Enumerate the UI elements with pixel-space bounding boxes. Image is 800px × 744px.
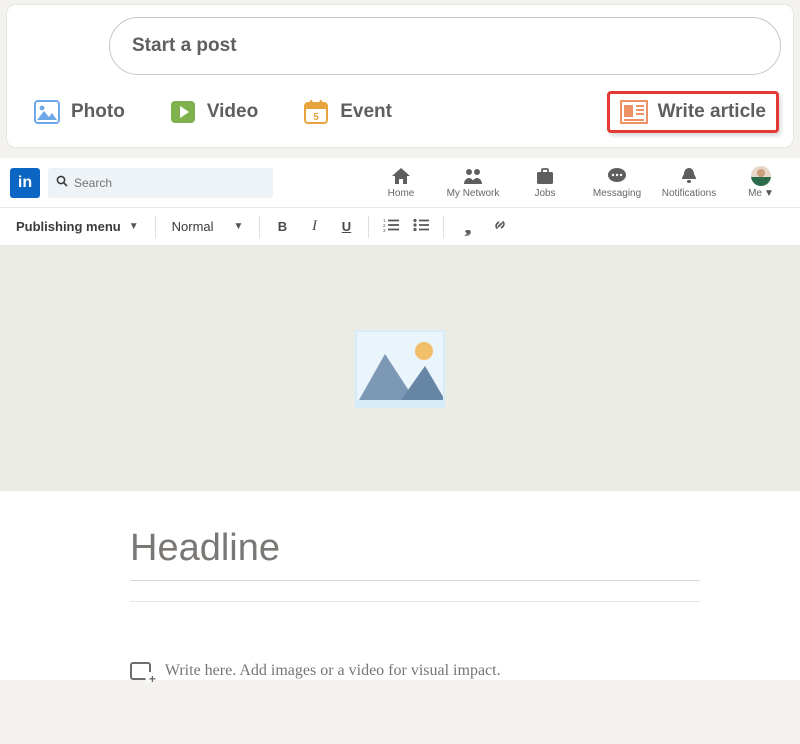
share-event-label: Event [340,101,392,123]
headline-input[interactable]: Headline [130,521,700,581]
caret-down-icon: ▼ [764,188,774,199]
start-post-input[interactable]: Start a post [109,17,781,75]
jobs-icon [535,166,555,186]
separator [443,216,444,238]
publishing-menu-label: Publishing menu [16,219,121,234]
share-photo-button[interactable]: Photo [25,91,133,133]
nav-home[interactable]: Home [372,166,430,199]
network-icon [463,166,483,186]
share-photo-label: Photo [71,101,125,123]
bold-button[interactable]: B [270,219,294,234]
messaging-icon [607,166,627,186]
event-icon: 5 [302,98,330,126]
photo-icon [33,98,61,126]
share-actions: Photo Video 5 Event Write article [19,89,781,143]
search-icon [56,175,68,190]
home-icon [391,166,411,186]
italic-button[interactable]: I [302,218,326,235]
search-input[interactable] [74,176,265,190]
add-media-button[interactable] [130,662,151,680]
video-icon [169,98,197,126]
nav-network-label: My Network [447,188,500,199]
headline-placeholder: Headline [130,527,280,569]
nav-items: Home My Network Jobs Messaging Notificat… [372,166,790,199]
ordered-list-button[interactable]: 123 [379,218,403,235]
share-event-button[interactable]: 5 Event [294,91,400,133]
nav-messaging[interactable]: Messaging [588,166,646,199]
cover-image-area[interactable] [0,246,800,491]
nav-home-label: Home [388,188,415,199]
search-box[interactable] [48,168,273,198]
share-video-button[interactable]: Video [161,91,266,133]
image-placeholder-icon [355,330,445,408]
nav-network[interactable]: My Network [444,166,502,199]
article-body: Headline [0,491,800,680]
article-editor: in Home My Network Jobs Messaging [0,158,800,680]
blockquote-button[interactable]: ,, [454,221,478,233]
share-video-label: Video [207,101,258,123]
article-icon [620,98,648,126]
svg-text:3: 3 [383,228,386,232]
caret-down-icon: ▼ [129,221,139,232]
text-style-dropdown[interactable]: Normal ▼ [166,215,250,238]
nav-notifications-label: Notifications [662,188,716,199]
global-nav: in Home My Network Jobs Messaging [0,158,800,208]
separator [368,216,369,238]
bell-icon [680,166,698,186]
nav-me-label: Me [748,188,762,199]
link-button[interactable] [488,217,512,236]
nav-jobs[interactable]: Jobs [516,166,574,199]
separator [155,216,156,238]
text-style-label: Normal [172,219,214,234]
nav-messaging-label: Messaging [593,188,641,199]
nav-me[interactable]: Me▼ [732,166,790,199]
separator [259,216,260,238]
unordered-list-button[interactable] [409,218,433,235]
article-body-input[interactable] [165,662,700,680]
editor-toolbar: Publishing menu ▼ Normal ▼ B I U 123 [0,208,800,246]
nav-notifications[interactable]: Notifications [660,166,718,199]
svg-text:5: 5 [313,112,319,123]
share-write-article-button[interactable]: Write article [607,91,779,133]
nav-jobs-label: Jobs [534,188,555,199]
linkedin-logo[interactable]: in [10,168,40,198]
share-box: Start a post Photo Video 5 Event Write a… [6,4,794,148]
share-write-article-label: Write article [658,101,766,123]
start-post-placeholder: Start a post [132,35,237,57]
divider [130,601,700,602]
caret-down-icon: ▼ [234,221,244,232]
publishing-menu-dropdown[interactable]: Publishing menu ▼ [10,215,145,238]
underline-button[interactable]: U [334,219,358,234]
avatar-icon [751,166,771,186]
